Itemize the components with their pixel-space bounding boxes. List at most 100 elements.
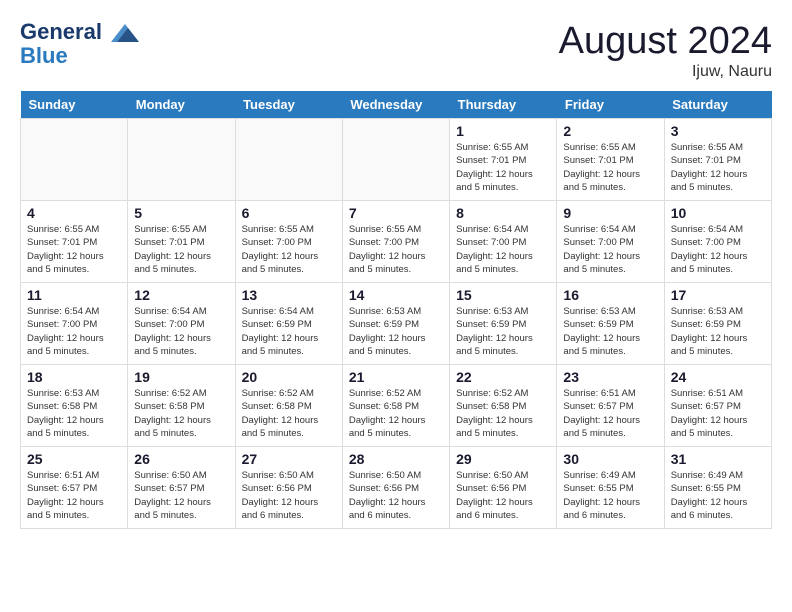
weekday-header-row: SundayMondayTuesdayWednesdayThursdayFrid… [21,91,772,119]
calendar-cell [21,119,128,201]
day-info: Sunrise: 6:55 AM Sunset: 7:01 PM Dayligh… [671,141,765,194]
weekday-header-saturday: Saturday [664,91,771,119]
week-row-3: 11Sunrise: 6:54 AM Sunset: 7:00 PM Dayli… [21,283,772,365]
week-row-2: 4 Sunrise: 6:55 AM Sunset: 7:01 PM Daylig… [21,201,772,283]
calendar-cell: 22 Sunrise: 6:52 AM Sunset: 6:58 PM Dayli… [450,365,557,447]
day-number: 19 [134,369,228,385]
day-info: Sunrise: 6:55 AM Sunset: 7:01 PM Dayligh… [563,141,657,194]
month-title: August 2024 [559,20,772,63]
weekday-header-tuesday: Tuesday [235,91,342,119]
location: Ijuw, Nauru [559,63,772,81]
day-number: 3 [671,123,765,139]
day-info: Sunrise: 6:54 AM Sunset: 7:00 PM Dayligh… [671,223,765,276]
day-info: Sunrise: 6:53 AM Sunset: 6:59 PM Dayligh… [563,305,657,358]
calendar-cell [128,119,235,201]
weekday-header-friday: Friday [557,91,664,119]
day-number: 21 [349,369,443,385]
calendar-cell: 11Sunrise: 6:54 AM Sunset: 7:00 PM Dayli… [21,283,128,365]
calendar-cell: 26 Sunrise: 6:50 AM Sunset: 6:57 PM Dayli… [128,447,235,529]
calendar-cell: 31Sunrise: 6:49 AM Sunset: 6:55 PM Dayli… [664,447,771,529]
calendar-cell: 24 Sunrise: 6:51 AM Sunset: 6:57 PM Dayli… [664,365,771,447]
day-number: 12 [134,287,228,303]
day-number: 16 [563,287,657,303]
calendar-cell: 12 Sunrise: 6:54 AM Sunset: 7:00 PM Dayli… [128,283,235,365]
day-number: 24 [671,369,765,385]
calendar-cell: 21 Sunrise: 6:52 AM Sunset: 6:58 PM Dayli… [342,365,449,447]
day-info: Sunrise: 6:52 AM Sunset: 6:58 PM Dayligh… [242,387,336,440]
day-number: 29 [456,451,550,467]
day-number: 23 [563,369,657,385]
day-info: Sunrise: 6:55 AM Sunset: 7:01 PM Dayligh… [134,223,228,276]
day-number: 20 [242,369,336,385]
day-info: Sunrise: 6:53 AM Sunset: 6:59 PM Dayligh… [349,305,443,358]
weekday-header-thursday: Thursday [450,91,557,119]
week-row-4: 18 Sunrise: 6:53 AM Sunset: 6:58 PM Dayli… [21,365,772,447]
calendar-cell: 23 Sunrise: 6:51 AM Sunset: 6:57 PM Dayli… [557,365,664,447]
day-number: 4 [27,205,121,221]
weekday-header-sunday: Sunday [21,91,128,119]
day-info: Sunrise: 6:54 AM Sunset: 7:00 PM Dayligh… [134,305,228,358]
logo-text: General [20,20,139,44]
calendar-cell: 19 Sunrise: 6:52 AM Sunset: 6:58 PM Dayli… [128,365,235,447]
day-number: 28 [349,451,443,467]
day-number: 30 [563,451,657,467]
day-info: Sunrise: 6:53 AM Sunset: 6:59 PM Dayligh… [671,305,765,358]
calendar-cell: 5Sunrise: 6:55 AM Sunset: 7:01 PM Daylig… [128,201,235,283]
calendar-cell: 18 Sunrise: 6:53 AM Sunset: 6:58 PM Dayli… [21,365,128,447]
day-number: 9 [563,205,657,221]
calendar-cell: 25 Sunrise: 6:51 AM Sunset: 6:57 PM Dayli… [21,447,128,529]
day-info: Sunrise: 6:53 AM Sunset: 6:59 PM Dayligh… [456,305,550,358]
day-info: Sunrise: 6:55 AM Sunset: 7:00 PM Dayligh… [349,223,443,276]
day-info: Sunrise: 6:52 AM Sunset: 6:58 PM Dayligh… [349,387,443,440]
weekday-header-wednesday: Wednesday [342,91,449,119]
day-number: 8 [456,205,550,221]
day-number: 13 [242,287,336,303]
calendar-cell: 29Sunrise: 6:50 AM Sunset: 6:56 PM Dayli… [450,447,557,529]
day-info: Sunrise: 6:51 AM Sunset: 6:57 PM Dayligh… [27,469,121,522]
calendar-table: SundayMondayTuesdayWednesdayThursdayFrid… [20,91,772,529]
calendar-cell: 1 Sunrise: 6:55 AM Sunset: 7:01 PM Daylig… [450,119,557,201]
calendar-cell: 2 Sunrise: 6:55 AM Sunset: 7:01 PM Daylig… [557,119,664,201]
day-number: 22 [456,369,550,385]
calendar-cell: 8 Sunrise: 6:54 AM Sunset: 7:00 PM Daylig… [450,201,557,283]
calendar-cell: 27 Sunrise: 6:50 AM Sunset: 6:56 PM Dayli… [235,447,342,529]
day-number: 17 [671,287,765,303]
day-info: Sunrise: 6:55 AM Sunset: 7:01 PM Dayligh… [27,223,121,276]
calendar-cell: 15Sunrise: 6:53 AM Sunset: 6:59 PM Dayli… [450,283,557,365]
calendar-cell: 3 Sunrise: 6:55 AM Sunset: 7:01 PM Daylig… [664,119,771,201]
calendar-cell: 28 Sunrise: 6:50 AM Sunset: 6:56 PM Dayli… [342,447,449,529]
day-info: Sunrise: 6:55 AM Sunset: 7:00 PM Dayligh… [242,223,336,276]
day-number: 10 [671,205,765,221]
logo-blue-text: Blue [20,44,139,68]
day-number: 7 [349,205,443,221]
day-info: Sunrise: 6:51 AM Sunset: 6:57 PM Dayligh… [563,387,657,440]
calendar-cell [342,119,449,201]
day-info: Sunrise: 6:54 AM Sunset: 6:59 PM Dayligh… [242,305,336,358]
day-number: 25 [27,451,121,467]
day-number: 18 [27,369,121,385]
calendar-cell: 10 Sunrise: 6:54 AM Sunset: 7:00 PM Dayli… [664,201,771,283]
day-number: 27 [242,451,336,467]
day-info: Sunrise: 6:50 AM Sunset: 6:57 PM Dayligh… [134,469,228,522]
logo-icon [111,22,139,44]
day-number: 2 [563,123,657,139]
day-info: Sunrise: 6:52 AM Sunset: 6:58 PM Dayligh… [456,387,550,440]
week-row-5: 25 Sunrise: 6:51 AM Sunset: 6:57 PM Dayli… [21,447,772,529]
logo: General Blue [20,20,139,68]
page-header: General Blue August 2024 Ijuw, Nauru [20,20,772,81]
day-info: Sunrise: 6:52 AM Sunset: 6:58 PM Dayligh… [134,387,228,440]
day-info: Sunrise: 6:51 AM Sunset: 6:57 PM Dayligh… [671,387,765,440]
day-info: Sunrise: 6:50 AM Sunset: 6:56 PM Dayligh… [242,469,336,522]
day-info: Sunrise: 6:50 AM Sunset: 6:56 PM Dayligh… [349,469,443,522]
day-number: 26 [134,451,228,467]
week-row-1: 1 Sunrise: 6:55 AM Sunset: 7:01 PM Daylig… [21,119,772,201]
calendar-cell: 30 Sunrise: 6:49 AM Sunset: 6:55 PM Dayli… [557,447,664,529]
day-number: 1 [456,123,550,139]
day-info: Sunrise: 6:49 AM Sunset: 6:55 PM Dayligh… [563,469,657,522]
calendar-cell [235,119,342,201]
day-info: Sunrise: 6:55 AM Sunset: 7:01 PM Dayligh… [456,141,550,194]
day-number: 31 [671,451,765,467]
day-info: Sunrise: 6:53 AM Sunset: 6:58 PM Dayligh… [27,387,121,440]
day-info: Sunrise: 6:54 AM Sunset: 7:00 PM Dayligh… [456,223,550,276]
weekday-header-monday: Monday [128,91,235,119]
